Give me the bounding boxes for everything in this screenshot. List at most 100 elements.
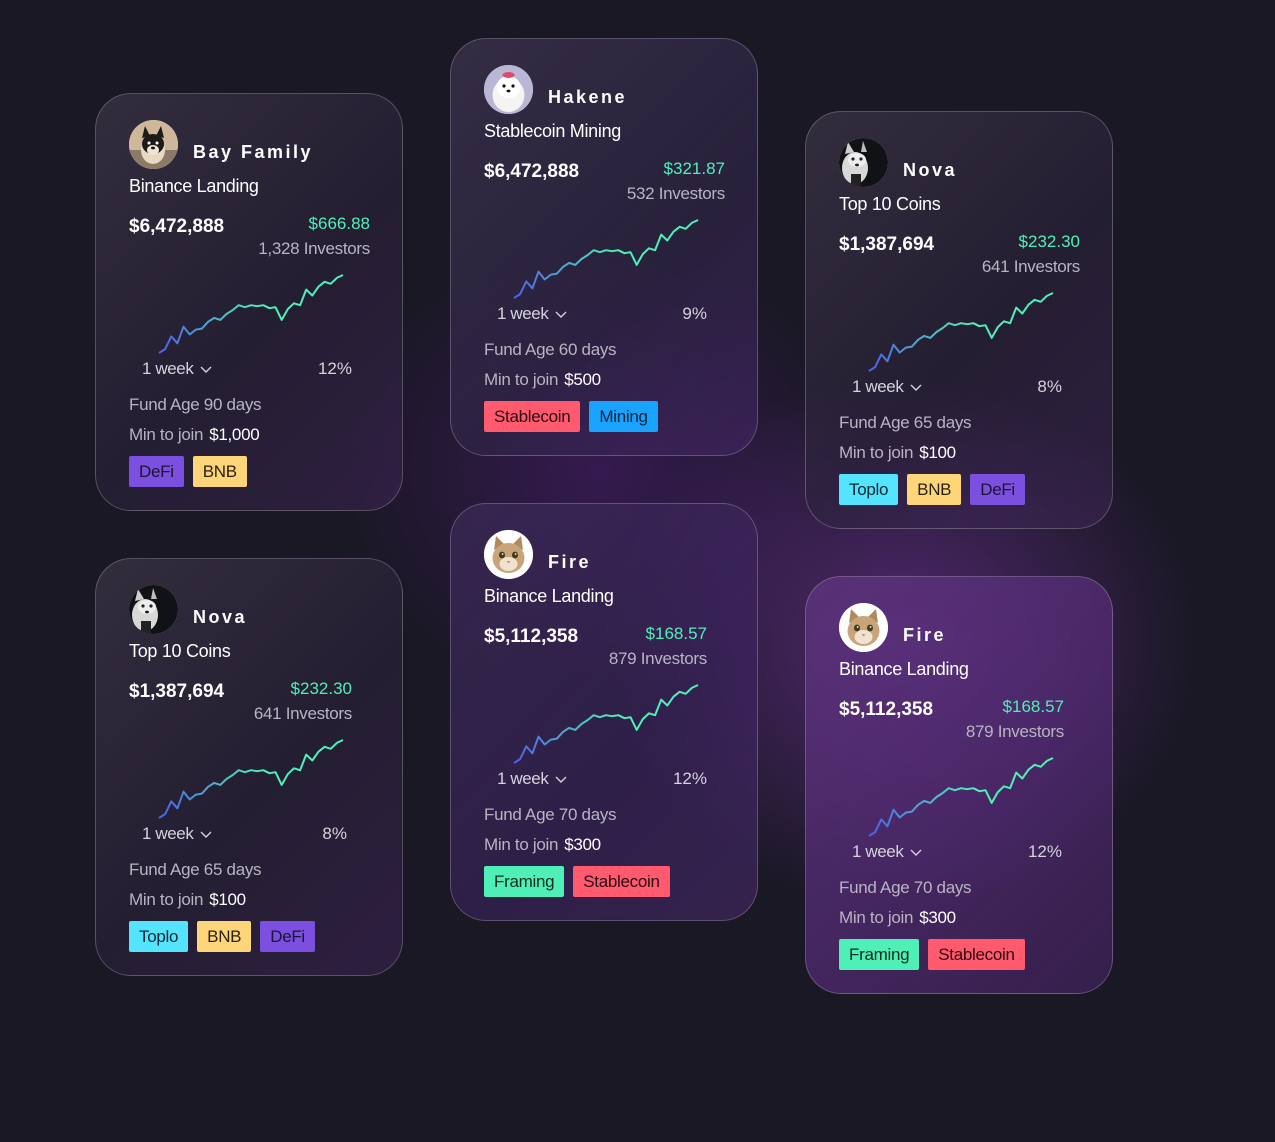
min-to-join-value: $500 [564, 370, 601, 389]
performance-percent: 12% [1027, 842, 1062, 861]
manager-name: Fire [548, 552, 592, 572]
period-selector[interactable]: 1 week [497, 769, 549, 789]
investor-count: 641 Investors [981, 257, 1080, 276]
tag-list: Stablecoin Mining [484, 401, 658, 432]
tag[interactable]: DeFi [129, 456, 184, 487]
fund-card-nova[interactable]: Nova Top 10 Coins $1,387,694 $232.30 641… [95, 558, 403, 976]
performance-sparkline [513, 219, 699, 299]
chevron-down-icon[interactable] [910, 384, 922, 392]
fund-value: $5,112,358 [484, 626, 579, 647]
fund-name: Top 10 Coins [839, 194, 941, 214]
period-selector[interactable]: 1 week [142, 824, 194, 844]
tag[interactable]: Stablecoin [484, 401, 581, 432]
manager-name: Fire [903, 625, 947, 645]
tag[interactable]: BNB [907, 474, 962, 505]
sparkline-line [868, 292, 1054, 372]
cat-avatar [484, 530, 533, 579]
tag[interactable]: Mining [589, 401, 658, 432]
sparkline-line [513, 219, 699, 299]
husky-avatar [129, 585, 178, 634]
performance-percent: 12% [672, 769, 707, 788]
chevron-down-icon[interactable] [200, 366, 212, 374]
tag-list: Toplo BNB DeFi [839, 474, 1025, 505]
min-to-join: Min to join $500 [484, 370, 601, 390]
sparkline-line [158, 739, 344, 819]
white-dog-avatar [484, 65, 533, 114]
tag[interactable]: Framing [484, 866, 565, 897]
investor-count: 879 Investors [608, 649, 707, 668]
husky-avatar [839, 138, 888, 187]
fund-name: Binance Landing [839, 659, 969, 679]
fund-card-nova[interactable]: Nova Top 10 Coins $1,387,694 $232.30 641… [805, 111, 1113, 529]
value-change: $168.57 [1002, 697, 1064, 716]
performance-percent: 9% [682, 304, 707, 323]
tag-list: Framing Stablecoin [839, 939, 1025, 970]
fund-value: $1,387,694 [839, 234, 935, 255]
performance-sparkline [158, 274, 344, 354]
tag[interactable]: Framing [839, 939, 920, 970]
fund-age: Fund Age 65 days [839, 413, 972, 432]
manager-name: Hakene [548, 87, 628, 107]
performance-percent: 12% [317, 359, 352, 378]
period-selector[interactable]: 1 week [142, 359, 194, 379]
min-to-join-value: $300 [564, 835, 601, 854]
period-selector[interactable]: 1 week [852, 377, 904, 397]
performance-sparkline [868, 292, 1054, 372]
period-selector[interactable]: 1 week [852, 842, 904, 862]
min-to-join-value: $100 [209, 890, 246, 909]
cat-avatar [839, 603, 888, 652]
tag-list: Toplo BNB DeFi [129, 921, 315, 952]
fund-card-fire[interactable]: Fire Binance Landing $5,112,358 $168.57 … [450, 503, 758, 921]
tag[interactable]: BNB [197, 921, 252, 952]
min-to-join-label: Min to join [129, 890, 204, 909]
tag[interactable]: DeFi [260, 921, 315, 952]
min-to-join-label: Min to join [129, 425, 204, 444]
min-to-join-label: Min to join [484, 370, 559, 389]
sparkline-line [513, 684, 699, 764]
manager-name: Bay Family [193, 142, 314, 162]
value-change: $168.57 [645, 624, 707, 643]
min-to-join: Min to join $100 [129, 890, 246, 910]
value-change: $232.30 [290, 679, 352, 698]
performance-sparkline [513, 684, 699, 764]
performance-percent: 8% [322, 824, 347, 843]
min-to-join: Min to join $300 [484, 835, 601, 855]
chevron-down-icon[interactable] [555, 311, 567, 319]
min-to-join: Min to join $300 [839, 908, 956, 928]
min-to-join-label: Min to join [839, 908, 914, 927]
fund-age: Fund Age 70 days [484, 805, 617, 824]
min-to-join: Min to join $1,000 [129, 425, 260, 445]
value-change: $321.87 [663, 159, 725, 178]
tag-list: Framing Stablecoin [484, 866, 670, 897]
fund-card-fire[interactable]: Fire Binance Landing $5,112,358 $168.57 … [805, 576, 1113, 994]
fund-name: Binance Landing [129, 176, 259, 196]
min-to-join-label: Min to join [839, 443, 914, 462]
tag[interactable]: Stablecoin [928, 939, 1025, 970]
fund-card-hakene[interactable]: Hakene Stablecoin Mining $6,472,888 $321… [450, 38, 758, 456]
value-change: $666.88 [308, 214, 370, 233]
fund-age: Fund Age 70 days [839, 878, 972, 897]
tag[interactable]: Stablecoin [573, 866, 670, 897]
chevron-down-icon[interactable] [200, 831, 212, 839]
tag[interactable]: DeFi [970, 474, 1025, 505]
tag[interactable]: Toplo [839, 474, 899, 505]
chevron-down-icon[interactable] [910, 849, 922, 857]
chevron-down-icon[interactable] [555, 776, 567, 784]
investor-count: 879 Investors [965, 722, 1064, 741]
fund-name: Binance Landing [484, 586, 614, 606]
fund-age: Fund Age 90 days [129, 395, 262, 414]
min-to-join-value: $300 [919, 908, 956, 927]
fund-age: Fund Age 65 days [129, 860, 262, 879]
tag[interactable]: Toplo [129, 921, 189, 952]
investor-count: 1,328 Investors [258, 239, 370, 258]
manager-name: Nova [903, 160, 958, 180]
performance-sparkline [868, 757, 1054, 837]
tag[interactable]: BNB [192, 456, 247, 487]
fund-card-bay-family[interactable]: Bay Family Binance Landing $6,472,888 $6… [95, 93, 403, 511]
period-selector[interactable]: 1 week [497, 304, 549, 324]
manager-name: Nova [193, 607, 248, 627]
shiba-dog-avatar [129, 120, 178, 169]
min-to-join-label: Min to join [484, 835, 559, 854]
fund-value: $1,387,694 [129, 681, 225, 702]
min-to-join-value: $100 [919, 443, 956, 462]
